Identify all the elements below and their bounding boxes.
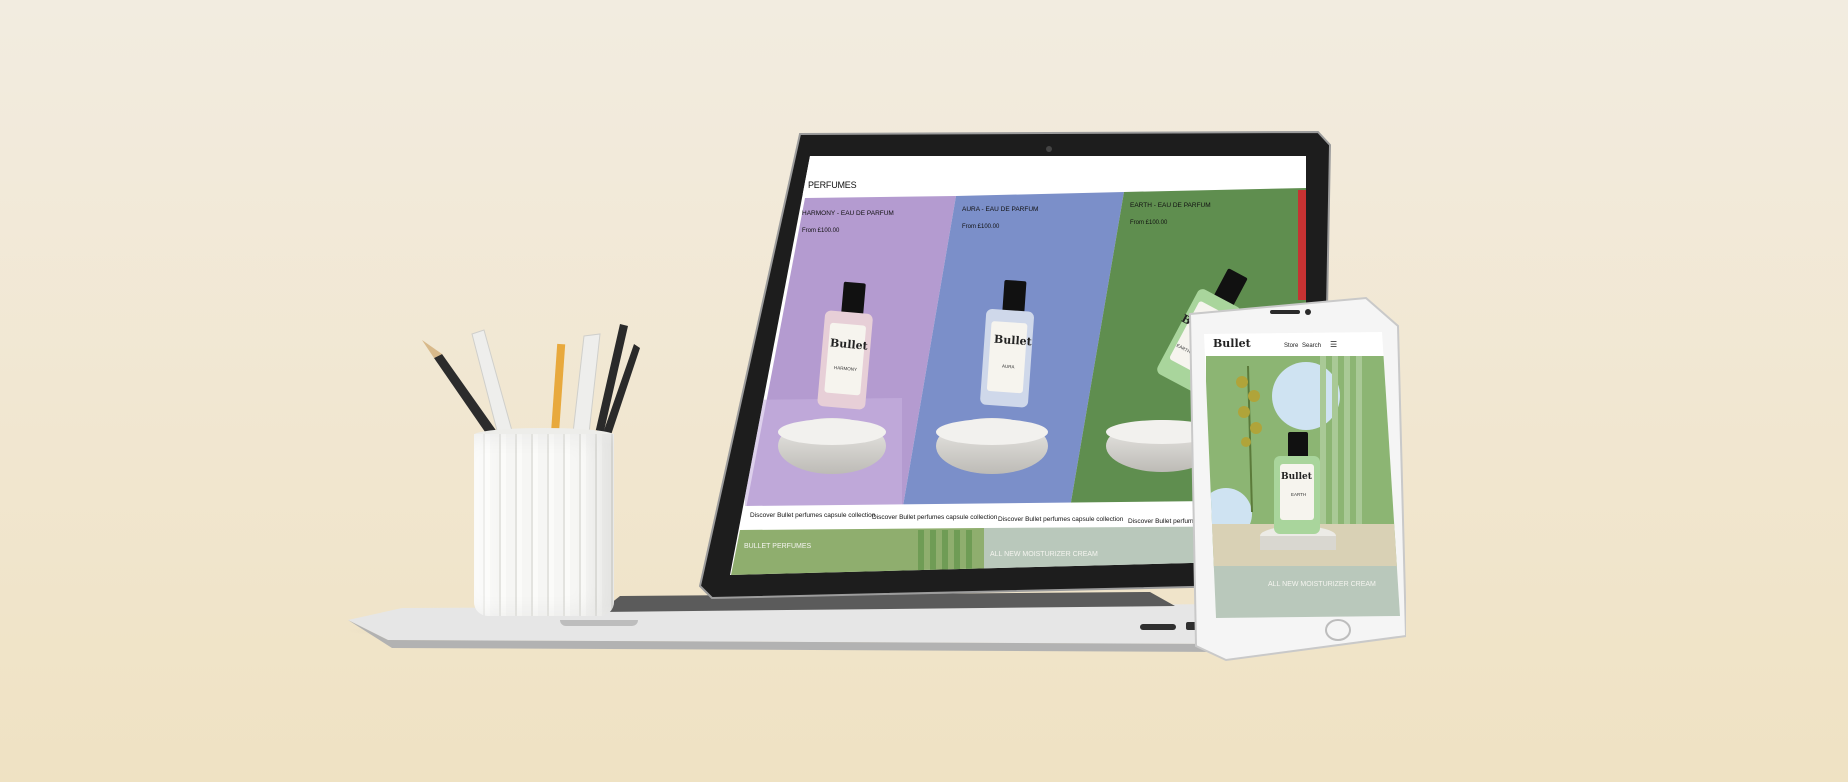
product-name-earth[interactable]: EARTH - EAU DE PARFUM <box>1130 202 1211 209</box>
bottle-sub-aura: AURA <box>1001 363 1015 370</box>
webcam <box>1046 146 1052 152</box>
ruler-left <box>471 329 515 443</box>
marquee-item: Discover Bullet perfumes capsule collect… <box>872 514 998 521</box>
marquee-item: Discover Bullet perfumes capsule collect… <box>998 516 1124 523</box>
nav-title[interactable]: PERFUMES <box>808 180 857 190</box>
banner-label-moisturizer[interactable]: ALL NEW MOISTURIZER CREAM <box>990 551 1098 558</box>
product-name-aura[interactable]: AURA - EAU DE PARFUM <box>962 206 1038 213</box>
pencil-cup <box>474 434 614 616</box>
product-price-earth: From £100.00 <box>1130 220 1168 226</box>
menu-icon[interactable]: ☰ <box>1330 340 1337 349</box>
banner-label-perfumes[interactable]: BULLET PERFUMES <box>744 543 811 550</box>
product-price-aura: From £100.00 <box>962 224 1000 230</box>
phone-bottle-label: Bullet <box>1281 472 1312 482</box>
product-name-harmony[interactable]: HARMONY - EAU DE PARFUM <box>802 210 894 217</box>
ruler-right <box>571 333 601 443</box>
laptop-notch <box>560 620 638 626</box>
phone-logo[interactable]: Bullet <box>1213 337 1251 350</box>
laptop-port <box>1140 624 1176 630</box>
phone-bottle-sub: EARTH <box>1291 492 1307 497</box>
marquee-item: Discover Bullet perfumes capsule collect… <box>750 512 876 519</box>
phone-banner-label[interactable]: ALL NEW MOISTURIZER CREAM <box>1268 581 1376 588</box>
bottle-label-aura: Bullet <box>993 332 1033 349</box>
phone-nav-search[interactable]: Search <box>1302 343 1321 349</box>
laptop <box>348 130 1332 652</box>
product-price-harmony: From £100.00 <box>802 228 840 234</box>
phone-nav-store[interactable]: Store <box>1284 343 1298 349</box>
